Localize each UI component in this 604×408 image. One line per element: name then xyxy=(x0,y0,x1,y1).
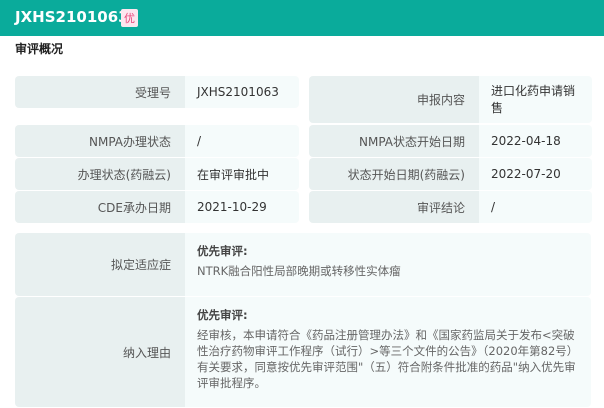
field-value: / xyxy=(185,125,299,157)
field-cde-date: CDE承办日期 2021-10-29 xyxy=(15,191,299,223)
field-label: 办理状态(药融云) xyxy=(15,158,185,190)
field-label: NMPA办理状态 xyxy=(15,125,185,157)
field-value: 优先审评: 经审核，本申请符合《药品注册管理办法》和《国家药监局关于发布<突破性治… xyxy=(185,297,591,407)
value-heading: 优先审评: xyxy=(197,244,248,258)
section-title: 审评概况 xyxy=(15,42,64,56)
field-nmpa-status: NMPA办理状态 / xyxy=(15,125,299,157)
value-heading: 优先审评: xyxy=(197,308,248,322)
field-review-conclusion: 审评结论 / xyxy=(309,191,592,223)
field-label: 状态开始日期(药融云) xyxy=(309,158,479,190)
field-label: 受理号 xyxy=(15,76,185,108)
field-value: JXHS2101063 xyxy=(185,76,299,108)
field-value: 2022-07-20 xyxy=(479,158,592,190)
page-title: JXHS2101063 xyxy=(15,8,129,26)
value-text: NTRK融合阳性局部晚期或转移性实体瘤 xyxy=(197,264,401,278)
field-acceptance-no: 受理号 JXHS2101063 xyxy=(15,76,299,108)
field-value: 2022-04-18 xyxy=(479,125,592,157)
field-value: 2021-10-29 xyxy=(185,191,299,223)
field-label: NMPA状态开始日期 xyxy=(309,125,479,157)
value-text: 经审核，本申请符合《药品注册管理办法》和《国家药监局关于发布<突破性治疗药物审评… xyxy=(197,328,579,390)
field-value: 优先审评: NTRK融合阳性局部晚期或转移性实体瘤 xyxy=(185,233,591,296)
field-value: 在审评审批中 xyxy=(185,158,299,190)
field-application-content: 申报内容 进口化药申请销售 xyxy=(309,76,592,123)
field-label: CDE承办日期 xyxy=(15,191,185,223)
header-bar: JXHS2101063 优 xyxy=(0,0,604,36)
field-status-yaorongyun: 办理状态(药融云) 在审评审批中 xyxy=(15,158,299,190)
priority-badge: 优 xyxy=(121,9,138,27)
field-value: 进口化药申请销售 xyxy=(479,76,592,123)
field-reason: 纳入理由 优先审评: 经审核，本申请符合《药品注册管理办法》和《国家药监局关于发布<… xyxy=(15,297,591,407)
field-start-date-yaorongyun: 状态开始日期(药融云) 2022-07-20 xyxy=(309,158,592,190)
field-label: 申报内容 xyxy=(309,76,479,123)
field-label: 拟定适应症 xyxy=(15,233,185,296)
field-label: 纳入理由 xyxy=(15,297,185,407)
field-nmpa-start-date: NMPA状态开始日期 2022-04-18 xyxy=(309,125,592,157)
field-indication: 拟定适应症 优先审评: NTRK融合阳性局部晚期或转移性实体瘤 xyxy=(15,233,591,296)
field-label: 审评结论 xyxy=(309,191,479,223)
field-value: / xyxy=(479,191,592,223)
